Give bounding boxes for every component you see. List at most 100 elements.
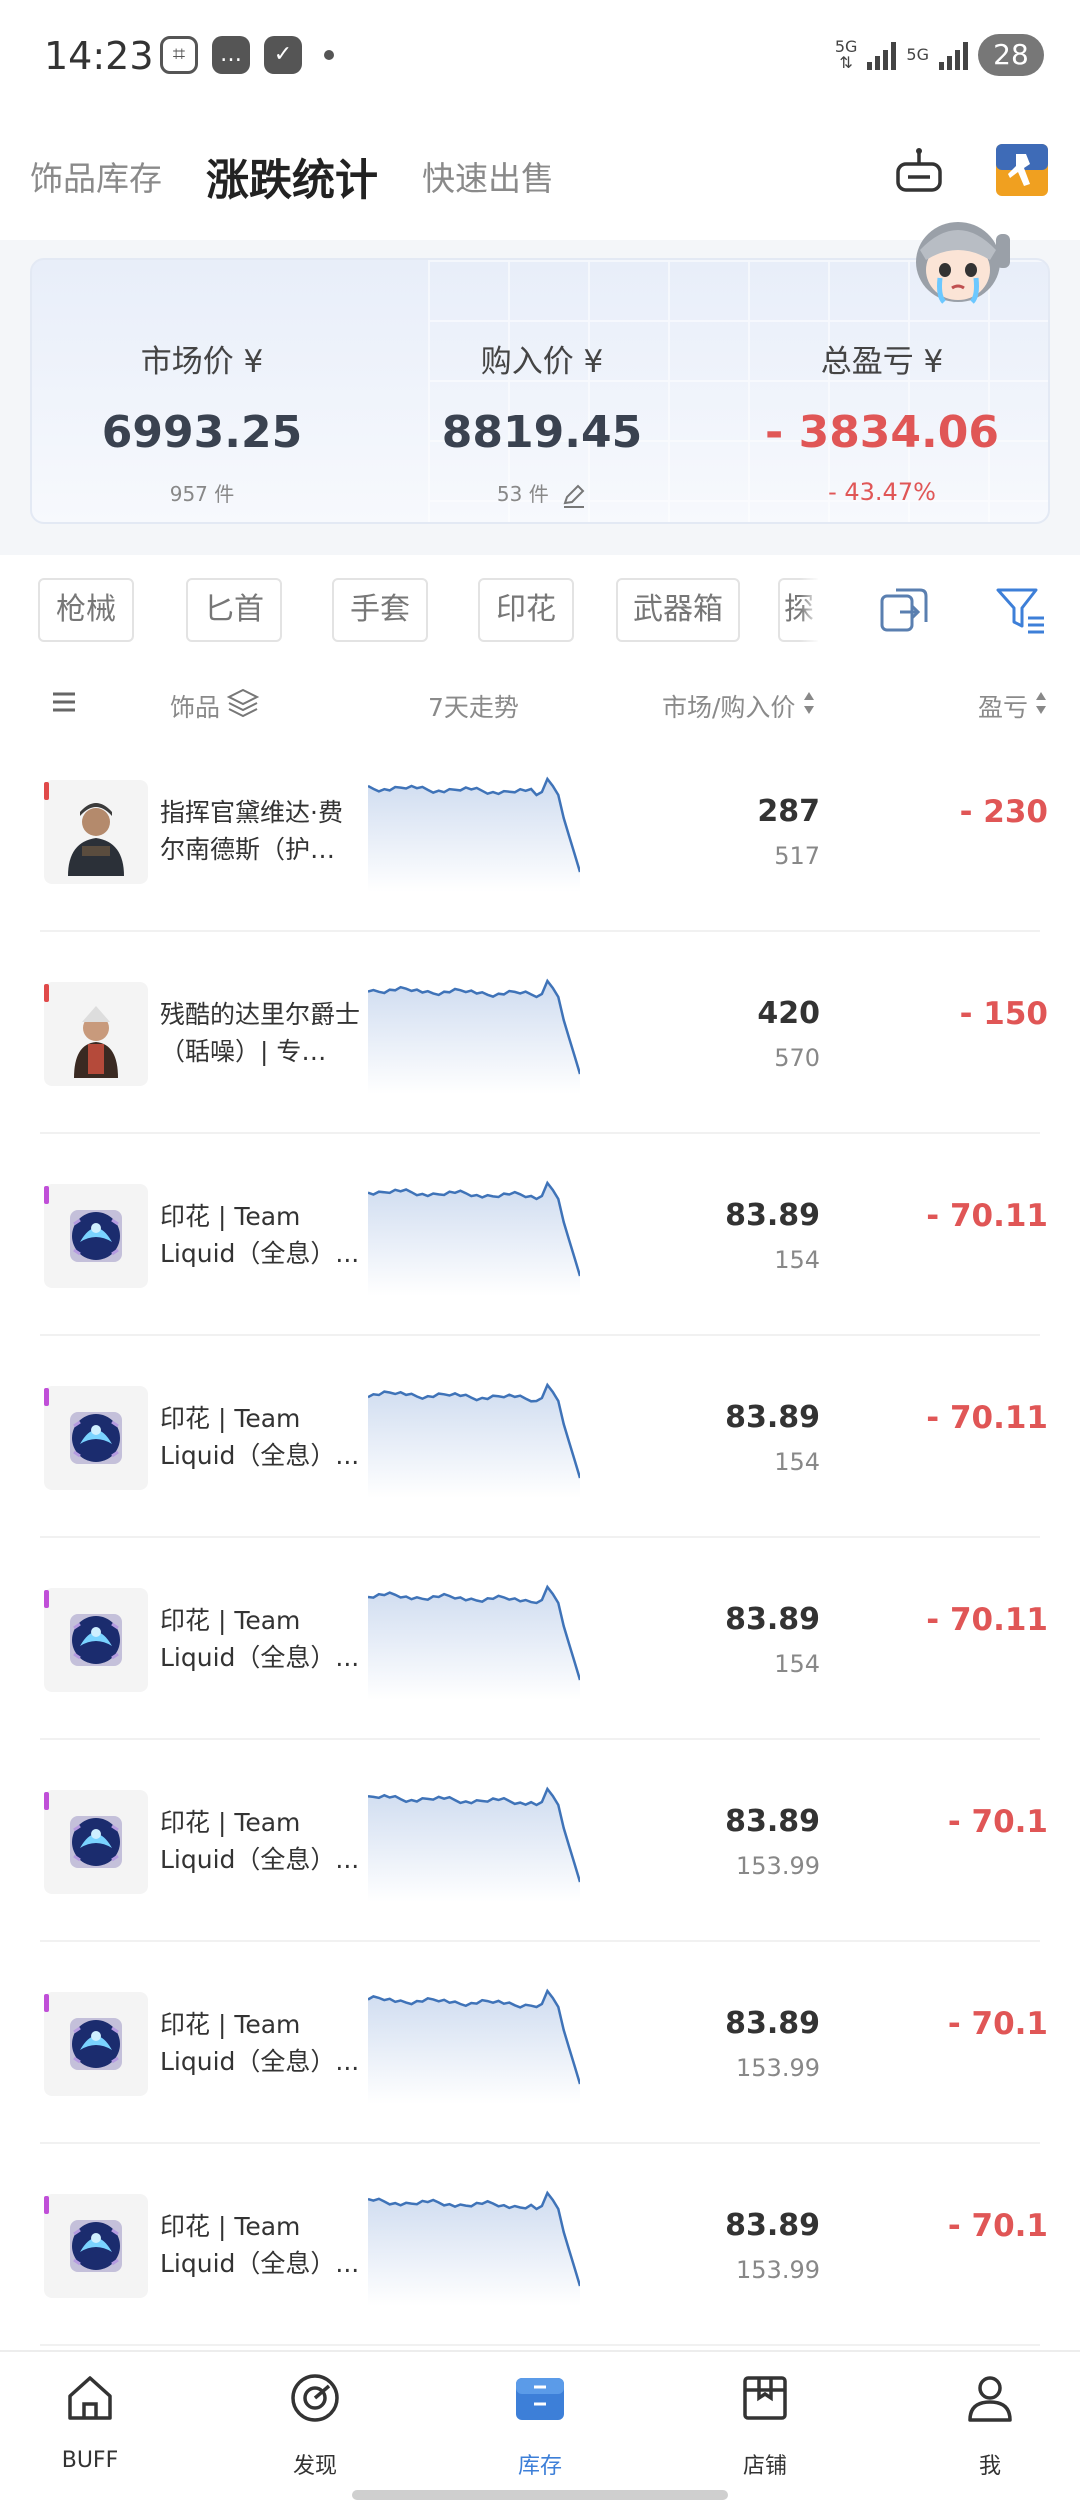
trend-sparkline: [368, 2190, 580, 2306]
column-trend: 7天走势: [428, 693, 519, 722]
signal-icon: [867, 40, 897, 70]
rarity-marker: [44, 2196, 49, 2214]
nav-buff[interactable]: BUFF: [0, 2352, 180, 2502]
item-row[interactable]: 印花 | Team Liquid（全息）... 83.89 154 - 70.11: [0, 1134, 1080, 1336]
item-row[interactable]: 指挥官黛维达·费尔南德斯（护… 287 517 - 230: [0, 730, 1080, 932]
item-name: 印花 | Team Liquid（全息）...: [160, 1202, 360, 1268]
sort-profit-icon[interactable]: [1034, 690, 1048, 716]
filter-chip-knives[interactable]: 匕首: [186, 578, 282, 642]
profit-loss: - 230: [959, 794, 1048, 830]
battery-icon: 28: [978, 34, 1044, 76]
purchase-count-row[interactable]: 53 件: [372, 478, 712, 509]
nav-buff-label: BUFF: [61, 2448, 119, 2473]
item-name: 指挥官黛维达·费尔南德斯（护…: [160, 798, 343, 864]
crying-mascot-icon: [916, 222, 1010, 304]
column-item: 饰品: [170, 693, 221, 722]
filter-chip-cases[interactable]: 武器箱: [616, 578, 740, 642]
profit-percent: - 43.47%: [828, 478, 936, 506]
sparkline-area: [368, 981, 580, 1094]
top-tabs: 饰品库存 涨跌统计 快速出售: [0, 130, 1080, 220]
sparkline-area: [368, 1587, 580, 1700]
sort-price-icon[interactable]: [802, 690, 816, 716]
rarity-marker: [44, 1590, 49, 1608]
profit-loss: - 70.11: [926, 1198, 1048, 1234]
profile-icon: [968, 2376, 1012, 2422]
item-list: 指挥官黛维达·费尔南德斯（护… 287 517 - 230 残酷的达里尔爵士（聒噪）| …: [0, 730, 1080, 2346]
csgo-game-icon[interactable]: [996, 144, 1054, 202]
item-row[interactable]: 印花 | Team Liquid（全息）... 83.89 153.99 - 70.1: [0, 1740, 1080, 1942]
filter-funnel-icon[interactable]: [992, 582, 1048, 638]
item-row[interactable]: 残酷的达里尔爵士（聒噪）| 专… 420 570 - 150: [0, 932, 1080, 1134]
purchase-price: 153.99: [736, 2256, 820, 2284]
list-column-header: 饰品 7天走势 市场/购入价 盈亏: [0, 670, 1080, 734]
purchase-price: 570: [774, 1044, 820, 1072]
network-5g-icon-2: 5G: [906, 45, 929, 64]
market-value: 6993.25: [101, 407, 303, 458]
profit-loss: - 70.11: [926, 1400, 1048, 1436]
agent-thumbnail-icon: [68, 803, 124, 876]
home-indicator[interactable]: [352, 2490, 728, 2500]
item-name: 印花 | Team Liquid（全息）...: [160, 1404, 360, 1470]
sticker-thumbnail-icon: [70, 2018, 122, 2070]
item-name: 残酷的达里尔爵士（聒噪）| 专…: [160, 1000, 360, 1066]
filter-chip-gloves[interactable]: 手套: [332, 578, 428, 642]
inventory-icon: [516, 2378, 564, 2420]
item-row[interactable]: 印花 | Team Liquid（全息）... 83.89 154 - 70.11: [0, 1336, 1080, 1538]
nav-inventory[interactable]: 库存: [450, 2352, 630, 2502]
column-price[interactable]: 市场/购入价: [662, 688, 795, 724]
item-thumbnail: [44, 1790, 148, 1894]
menu-icon[interactable]: [50, 688, 78, 716]
transfer-icon[interactable]: [876, 582, 932, 638]
item-row[interactable]: 印花 | Team Liquid（全息）... 83.89 153.99 - 70.1: [0, 1942, 1080, 2144]
sticker-thumbnail-icon: [70, 1412, 122, 1464]
item-row[interactable]: 印花 | Team Liquid（全息）... 83.89 154 - 70.11: [0, 1538, 1080, 1740]
tab-price-stats[interactable]: 涨跌统计: [206, 146, 378, 208]
item-name: 印花 | Team Liquid（全息）...: [160, 1808, 360, 1874]
network-5g-icon: 5G ⇅: [834, 37, 858, 72]
trend-sparkline: [368, 1988, 580, 2104]
trend-sparkline: [368, 1786, 580, 1902]
sticker-thumbnail-icon: [70, 1210, 122, 1262]
purchase-price: 154: [774, 1246, 820, 1274]
home-icon: [68, 2376, 112, 2420]
item-thumbnail: [44, 1386, 148, 1490]
item-thumbnail: [44, 2194, 148, 2298]
sticker-thumbnail-icon: [70, 1614, 122, 1666]
nav-store[interactable]: 店铺: [675, 2352, 855, 2502]
item-thumbnail: [44, 982, 148, 1086]
trend-sparkline: [368, 978, 580, 1094]
summary-card: 市场价 ¥ 6993.25 957 件 购入价 ¥ 8819.45 53 件 总…: [30, 258, 1050, 524]
profit-loss: - 70.1: [947, 2006, 1048, 2042]
item-thumbnail: [44, 1184, 148, 1288]
bot-icon[interactable]: [890, 144, 948, 202]
market-price: 287: [757, 794, 820, 829]
item-name: 印花 | Team Liquid（全息）...: [160, 1606, 360, 1672]
column-profit[interactable]: 盈亏: [978, 688, 1028, 724]
tab-quick-sell[interactable]: 快速出售: [422, 152, 554, 200]
profit-loss: - 70.1: [947, 1804, 1048, 1840]
market-price: 83.89: [725, 1198, 820, 1233]
status-time: 14:23: [44, 34, 154, 78]
chip-fade: [800, 570, 820, 652]
nav-discover[interactable]: 发现: [225, 2352, 405, 2502]
status-bar: 14:23 ⌗ … ✓ 5G ⇅ 5G 28: [0, 0, 1080, 110]
tab-inventory[interactable]: 饰品库存: [30, 152, 162, 200]
filter-chip-guns[interactable]: 枪械: [38, 578, 134, 642]
item-row[interactable]: 印花 | Team Liquid（全息）... 83.89 153.99 - 70.1: [0, 2144, 1080, 2346]
purchase-price: 153.99: [736, 2054, 820, 2082]
layers-icon[interactable]: [226, 686, 260, 720]
nav-profile-label: 我: [978, 2454, 1001, 2479]
filter-chip-stickers[interactable]: 印花: [478, 578, 574, 642]
summary-section: 市场价 ¥ 6993.25 957 件 购入价 ¥ 8819.45 53 件 总…: [0, 222, 1080, 555]
rarity-marker: [44, 1994, 49, 2012]
item-thumbnail: [44, 780, 148, 884]
nav-profile[interactable]: 我: [900, 2352, 1080, 2502]
market-label: 市场价 ¥: [140, 344, 264, 380]
rarity-marker: [44, 1792, 49, 1810]
category-filter-bar: 枪械 匕首 手套 印花 武器箱 探: [0, 570, 1080, 652]
trend-sparkline: [368, 1382, 580, 1498]
sticker-thumbnail-icon: [70, 2220, 122, 2272]
more-notifications-icon: [324, 50, 334, 60]
profit-loss: - 70.11: [926, 1602, 1048, 1638]
edit-icon[interactable]: [561, 483, 587, 509]
